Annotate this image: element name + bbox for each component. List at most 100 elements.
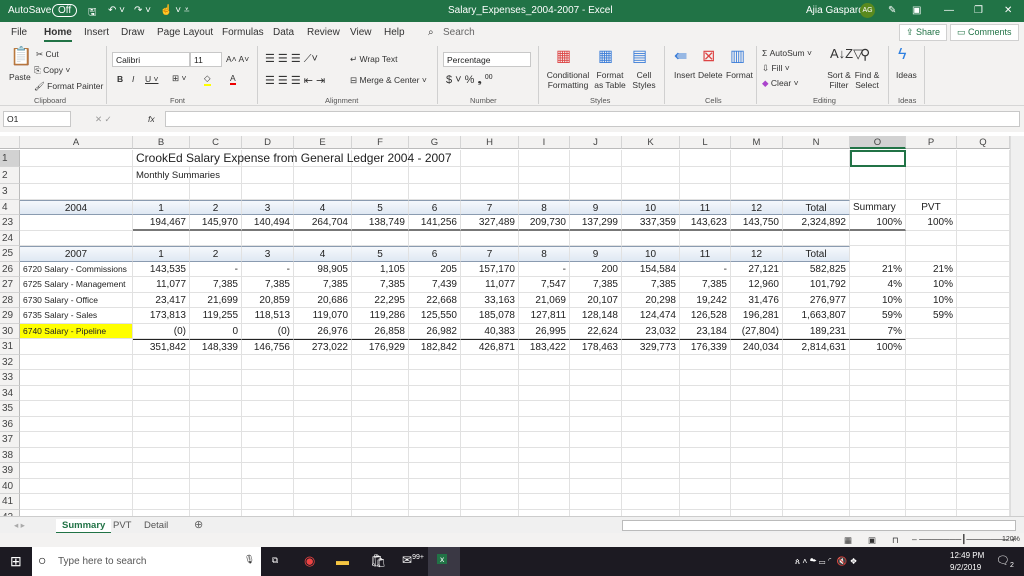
page-break-view-icon[interactable]: ⊓ (892, 535, 899, 546)
cell-l3[interactable] (680, 184, 731, 200)
tab-formulas[interactable]: Formulas (222, 27, 264, 38)
cell-h4[interactable]: 7 (461, 199, 519, 215)
cell-k33[interactable] (622, 370, 680, 386)
cell-k39[interactable] (622, 463, 680, 479)
cell-q23[interactable] (957, 215, 1010, 231)
cell-o1[interactable] (850, 150, 906, 167)
cell-b29[interactable]: 173,813 (133, 308, 190, 324)
cell-f29[interactable]: 119,286 (352, 308, 409, 324)
comments-button[interactable]: ▭ Comments (950, 24, 1019, 41)
cell-l25[interactable]: 11 (680, 246, 731, 262)
cell-b30[interactable]: (0) (133, 323, 190, 339)
cell-e23[interactable]: 264,704 (294, 215, 352, 231)
cell-p24[interactable] (906, 230, 957, 246)
cell-k23[interactable]: 337,359 (622, 215, 680, 231)
cell-b38[interactable] (133, 447, 190, 463)
column-header-a[interactable]: A (20, 136, 133, 149)
sheet-tab-detail[interactable]: Detail (144, 520, 168, 531)
cell-n29[interactable]: 1,663,807 (783, 308, 850, 324)
cell-n25[interactable]: Total (783, 246, 850, 262)
cell-c37[interactable] (190, 432, 242, 448)
cell-o32[interactable] (850, 354, 906, 370)
cell-a28[interactable]: 6730 Salary - Office (20, 292, 133, 308)
cell-l29[interactable]: 126,528 (680, 308, 731, 324)
cell-n39[interactable] (783, 463, 850, 479)
minimize-icon[interactable]: — (944, 5, 954, 16)
cell-a1[interactable] (20, 150, 133, 167)
cell-g38[interactable] (409, 447, 461, 463)
cell-k31[interactable]: 329,773 (622, 339, 680, 355)
insert-cells-icon[interactable]: ⇚ (674, 46, 687, 66)
cell-c41[interactable] (190, 494, 242, 510)
close-icon[interactable]: ✕ (1004, 5, 1012, 16)
cell-a24[interactable] (20, 230, 133, 246)
cell-m3[interactable] (731, 184, 783, 200)
column-header-l[interactable]: L (680, 136, 731, 149)
cell-f38[interactable] (352, 447, 409, 463)
cell-n36[interactable] (783, 416, 850, 432)
row-header-28[interactable]: 28 (0, 292, 20, 308)
cell-n28[interactable]: 276,977 (783, 292, 850, 308)
cell-p34[interactable] (906, 385, 957, 401)
tab-page-layout[interactable]: Page Layout (157, 27, 213, 38)
cell-l24[interactable] (680, 230, 731, 246)
cell-d26[interactable]: - (242, 261, 294, 277)
cell-o26[interactable]: 21% (850, 261, 906, 277)
cell-l27[interactable]: 7,385 (680, 277, 731, 293)
cell-n40[interactable] (783, 478, 850, 494)
cell-h32[interactable] (461, 354, 519, 370)
cell-n2[interactable] (783, 167, 850, 184)
cell-c31[interactable]: 148,339 (190, 339, 242, 355)
column-header-q[interactable]: Q (957, 136, 1010, 149)
cell-styles-icon[interactable]: ▤ (632, 46, 647, 66)
cell-l4[interactable]: 11 (680, 199, 731, 215)
cell-o31[interactable]: 100% (850, 339, 906, 355)
column-header-k[interactable]: K (622, 136, 680, 149)
cell-o40[interactable] (850, 478, 906, 494)
cell-e40[interactable] (294, 478, 352, 494)
cell-k27[interactable]: 7,385 (622, 277, 680, 293)
cell-h1[interactable] (461, 150, 519, 167)
row-header-33[interactable]: 33 (0, 370, 20, 386)
wrap-text-button[interactable]: ↵ Wrap Text (350, 54, 397, 65)
cell-h3[interactable] (461, 184, 519, 200)
search-box[interactable]: Search (443, 27, 475, 38)
format-as-table-icon[interactable]: ▦ (598, 46, 613, 66)
cell-a33[interactable] (20, 370, 133, 386)
cell-d23[interactable]: 140,494 (242, 215, 294, 231)
cell-o3[interactable] (850, 184, 906, 200)
cell-e37[interactable] (294, 432, 352, 448)
cell-n31[interactable]: 2,814,631 (783, 339, 850, 355)
cell-j27[interactable]: 7,385 (570, 277, 622, 293)
row-header-26[interactable]: 26 (0, 261, 20, 277)
cell-d35[interactable] (242, 401, 294, 417)
cell-g36[interactable] (409, 416, 461, 432)
cell-o2[interactable] (850, 167, 906, 184)
cell-n26[interactable]: 582,825 (783, 261, 850, 277)
cell-c39[interactable] (190, 463, 242, 479)
cell-g28[interactable]: 22,668 (409, 292, 461, 308)
conditional-formatting-button[interactable]: Conditional Formatting (546, 70, 590, 90)
cell-q3[interactable] (957, 184, 1010, 200)
tab-home[interactable]: Home (44, 27, 72, 42)
cell-c28[interactable]: 21,699 (190, 292, 242, 308)
row-header-4[interactable]: 4 (0, 199, 20, 215)
cell-l33[interactable] (680, 370, 731, 386)
column-header-n[interactable]: N (783, 136, 850, 149)
horizontal-align-icons[interactable]: ☰ ☰ ☰ ⇤ ⇥ (265, 74, 325, 87)
cell-f30[interactable]: 26,858 (352, 323, 409, 339)
search-icon[interactable]: ⌕ (428, 27, 434, 38)
delete-cells-button[interactable]: Delete (698, 70, 723, 80)
cell-o27[interactable]: 4% (850, 277, 906, 293)
sheet-nav-arrows[interactable]: ◂ ▸ (14, 520, 25, 531)
cell-c27[interactable]: 7,385 (190, 277, 242, 293)
taskbar-search[interactable]: ○ Type here to search 🎙 (32, 547, 261, 576)
row-header-34[interactable]: 34 (0, 385, 20, 401)
cell-i25[interactable]: 8 (519, 246, 570, 262)
cell-c33[interactable] (190, 370, 242, 386)
column-header-f[interactable]: F (352, 136, 409, 149)
cell-h24[interactable] (461, 230, 519, 246)
sheet-tab-summary[interactable]: Summary (56, 519, 112, 534)
clear-button[interactable]: ◆ Clear ˅ (762, 78, 799, 89)
cell-l39[interactable] (680, 463, 731, 479)
